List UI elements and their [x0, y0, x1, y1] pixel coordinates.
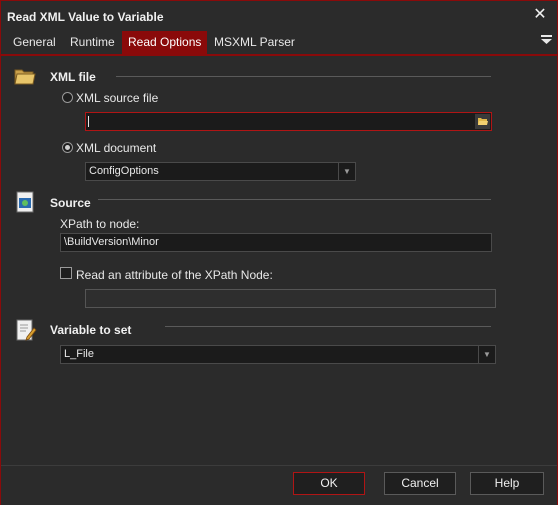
variable-divider	[165, 326, 491, 327]
xml-document-icon	[13, 190, 37, 214]
chevron-down-icon[interactable]: ▼	[338, 163, 355, 180]
variable-combo[interactable]: L_File ▼	[60, 345, 496, 364]
xml-document-combo[interactable]: ConfigOptions ▼	[85, 162, 356, 181]
xml-source-file-input[interactable]	[85, 112, 492, 131]
ok-button[interactable]: OK	[293, 472, 365, 495]
xml-document-value: ConfigOptions	[89, 165, 159, 177]
close-icon[interactable]: ✕	[531, 6, 549, 24]
read-attribute-label: Read an attribute of the XPath Node:	[76, 268, 273, 282]
tab-general[interactable]: General	[7, 31, 62, 54]
variable-section-title: Variable to set	[50, 323, 132, 337]
tab-overflow-menu-icon[interactable]	[539, 35, 553, 49]
attribute-input[interactable]	[85, 289, 496, 308]
read-attribute-checkbox[interactable]	[60, 267, 72, 279]
xml-source-file-radio[interactable]	[62, 92, 73, 103]
xml-file-section-title: XML file	[50, 70, 96, 84]
dialog-footer: OK Cancel Help	[1, 465, 557, 505]
chevron-down-icon[interactable]: ▼	[478, 346, 495, 363]
source-divider	[98, 199, 491, 200]
title-bar: Read XML Value to Variable ✕	[1, 1, 557, 31]
xml-file-divider	[116, 76, 491, 77]
tab-read-options[interactable]: Read Options	[122, 31, 208, 54]
browse-folder-icon[interactable]	[475, 114, 490, 129]
dialog-window: Read XML Value to Variable ✕ General Run…	[0, 0, 558, 505]
xml-source-file-label: XML source file	[76, 91, 159, 105]
read-options-panel: XML file XML source file XML document Co…	[1, 56, 557, 466]
tab-runtime[interactable]: Runtime	[64, 31, 121, 54]
text-caret	[88, 116, 89, 127]
source-section-title: Source	[50, 196, 91, 210]
xpath-label: XPath to node:	[60, 217, 140, 231]
help-button[interactable]: Help	[470, 472, 544, 495]
variable-value: L_File	[64, 348, 94, 360]
tab-msxml-parser[interactable]: MSXML Parser	[208, 31, 301, 54]
cancel-button[interactable]: Cancel	[384, 472, 456, 495]
edit-document-icon	[13, 318, 37, 342]
xpath-input[interactable]: \BuildVersion\Minor	[60, 233, 492, 252]
window-title: Read XML Value to Variable	[7, 10, 164, 24]
tab-strip: General Runtime Read Options MSXML Parse…	[1, 31, 557, 56]
xml-document-radio[interactable]	[62, 142, 73, 153]
folder-icon	[13, 64, 37, 88]
xml-document-label: XML document	[76, 141, 157, 155]
